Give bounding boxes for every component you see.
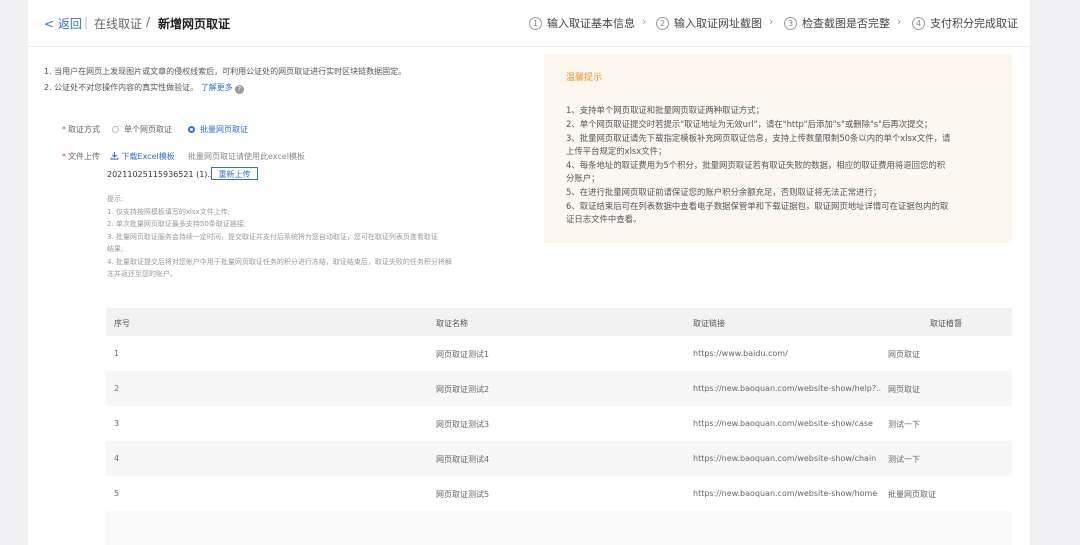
breadcrumb-online-evidence[interactable]: 在线取证 [94, 15, 142, 32]
learn-more-link[interactable]: 了解更多 [201, 83, 233, 92]
cell-name: 网页取证测试4 [436, 455, 490, 464]
radio-batch-page[interactable]: 批量网页取证 [188, 124, 248, 135]
notice-line: 5、在进行批量网页取证前请保证您的账户积分余额充足，否则取证将无法正常进行； [566, 187, 882, 197]
step-label: 支付积分完成取证 [930, 17, 1018, 30]
uploaded-file-name: 20211025115936521 (1).xlsx [107, 170, 226, 179]
cell-name: 网页取证测试1 [436, 350, 490, 359]
step-label: 检查截图是否完整 [802, 17, 890, 30]
download-icon [110, 151, 119, 160]
notice-line: 上传平台规定的xlsx文件； [566, 146, 667, 156]
column-header-name: 取证名称 [436, 319, 468, 328]
notice-line: 1、支持单个网页取证和批量网页取证两种取证方式； [566, 105, 764, 115]
step-number: 1 [529, 17, 542, 30]
reupload-button[interactable]: 重新上传 [211, 167, 258, 180]
cell-note: 网页取证 [888, 350, 920, 359]
cell-name: 网页取证测试2 [436, 385, 490, 394]
breadcrumb-separator: / [146, 15, 151, 29]
cell-note: 测试一下 [888, 420, 920, 429]
cell-no: 4 [114, 454, 120, 463]
cell-note: 测试一下 [888, 455, 920, 464]
page-title: 新增网页取证 [158, 17, 231, 31]
radio-label: 批量网页取证 [200, 125, 248, 134]
tip-line: 结果; [107, 245, 124, 253]
table-row: 2 网页取证测试2 https://new.baoquan.com/websit… [106, 371, 1012, 406]
method-label: * 取证方式 [62, 125, 100, 134]
step-number: 2 [656, 17, 669, 30]
step-4: 4 支付积分完成取证 [912, 15, 1018, 31]
tip-line: 4. 批量取证提交后将对您账户中用于批量网页取证任务的积分进行冻结，取证结束后，… [107, 258, 452, 266]
template-hint: 批量网页取证请使用此excel模板 [188, 152, 305, 161]
page-header: < 返回 | 在线取证 / 新增网页取证 1 输入取证基本信息 › 2 输入取证网址… [28, 0, 1030, 46]
column-header-no: 序号 [114, 319, 130, 328]
back-link[interactable]: < 返回 [44, 15, 82, 32]
cell-url[interactable]: https://new.baoquan.com/website-show/cha… [693, 454, 876, 463]
tip-line: 2. 单次批量网页取证最多支持50条取证链接; [107, 220, 247, 228]
step-label: 输入取证网址截图 [674, 17, 762, 30]
radio-checked-icon [188, 126, 195, 133]
cell-url[interactable]: https://new.baoquan.com/website-show/cas… [693, 419, 873, 428]
intro-line-1: 1. 当用户在网页上发现图片或文章的侵权线索后，可利用公证处的网页取证进行实时区… [44, 67, 407, 76]
radio-label: 单个网页取证 [124, 125, 172, 134]
cell-note: 批量网页取证 [888, 490, 936, 499]
cell-no: 1 [114, 349, 120, 358]
cell-url[interactable]: https://new.baoquan.com/website-show/hel… [693, 384, 881, 393]
header-divider-line [28, 46, 1030, 47]
intro-text: 2. 公证处不对您操作内容的真实性做验证。 [44, 83, 199, 92]
cell-note: 网页取证 [888, 385, 920, 394]
radio-circle-icon [112, 126, 119, 133]
chevron-right-icon: › [897, 15, 902, 28]
download-template-label: 下载Excel模板 [121, 152, 175, 161]
notice-panel: 温馨提示 1、支持单个网页取证和批量网页取证两种取证方式； 2、单个网页取证提交… [544, 54, 1012, 243]
column-header-url: 取证链接 [693, 319, 725, 328]
table-header: 序号 取证名称 取证链接 取证植督 [106, 308, 1012, 336]
cell-url[interactable]: https://new.baoquan.com/website-show/hom… [693, 489, 877, 498]
question-icon[interactable]: ? [234, 85, 244, 94]
chevron-right-icon: › [769, 15, 774, 28]
notice-line: 2、单个网页取证提交时若提示"取证地址为无效url"，请在"http"后添加"s… [566, 119, 933, 129]
header-divider: | [84, 15, 89, 29]
step-number: 4 [912, 17, 925, 30]
step-2: 2 输入取证网址截图 [656, 15, 762, 31]
tip-line: 3. 批量网页取证服务会持续一定时间，提交取证并支付后系统将为您自动取证，您可在… [107, 233, 438, 241]
step-3: 3 检查截图是否完整 [784, 15, 890, 31]
table-row: 1 网页取证测试1 https://www.baidu.com/ 网页取证 [106, 336, 1012, 371]
intro-line-2: 2. 公证处不对您操作内容的真实性做验证。 了解更多? [44, 82, 244, 94]
table-row: 5 网页取证测试5 https://new.baoquan.com/websit… [106, 476, 1012, 511]
table-row: 3 网页取证测试3 https://new.baoquan.com/websit… [106, 406, 1012, 441]
notice-title: 温馨提示 [566, 73, 603, 83]
step-label: 输入取证基本信息 [547, 17, 635, 30]
step-number: 3 [784, 17, 797, 30]
tip-line: 冻并返还至您的账户。 [107, 270, 177, 278]
column-header-note: 取证植督 [930, 319, 962, 328]
cell-no: 2 [114, 384, 120, 393]
notice-line: 证日志文件中查看。 [566, 214, 642, 224]
table-footer-row [106, 511, 1012, 545]
download-template-link[interactable]: 下载Excel模板 [110, 151, 175, 162]
cell-url[interactable]: https://www.baidu.com/ [693, 349, 788, 358]
step-1: 1 输入取证基本信息 [529, 15, 635, 31]
notice-line: 3、批量网页取证请先下载指定模板补充网页取证信息，支持上传数量限制50条以内的单… [566, 133, 951, 143]
method-label-text: 取证方式 [68, 125, 100, 134]
radio-single-page[interactable]: 单个网页取证 [112, 124, 172, 135]
page-card: < 返回 | 在线取证 / 新增网页取证 1 输入取证基本信息 › 2 输入取证网址… [28, 0, 1030, 545]
notice-line: 4、每条地址的取证费用为5个积分，批量网页取证若有取证失败的数据，相应的取证费用… [566, 160, 946, 170]
upload-label: * 文件上传 [62, 152, 100, 161]
cell-no: 5 [114, 489, 120, 498]
chevron-right-icon: › [642, 15, 647, 28]
tip-line: 提示: [107, 195, 124, 203]
cell-name: 网页取证测试3 [436, 420, 490, 429]
notice-line: 6、取证结束后可在列表数据中查看电子数据保管单和下载证据包，取证网页地址详情可在… [566, 201, 949, 211]
cell-name: 网页取证测试5 [436, 490, 490, 499]
tip-line: 1. 仅支持按照模板填写的xlsx文件上传; [107, 208, 231, 216]
upload-label-text: 文件上传 [68, 152, 100, 161]
cell-no: 3 [114, 419, 120, 428]
table-row: 4 网页取证测试4 https://new.baoquan.com/websit… [106, 441, 1012, 476]
notice-line: 分账户； [566, 173, 600, 183]
